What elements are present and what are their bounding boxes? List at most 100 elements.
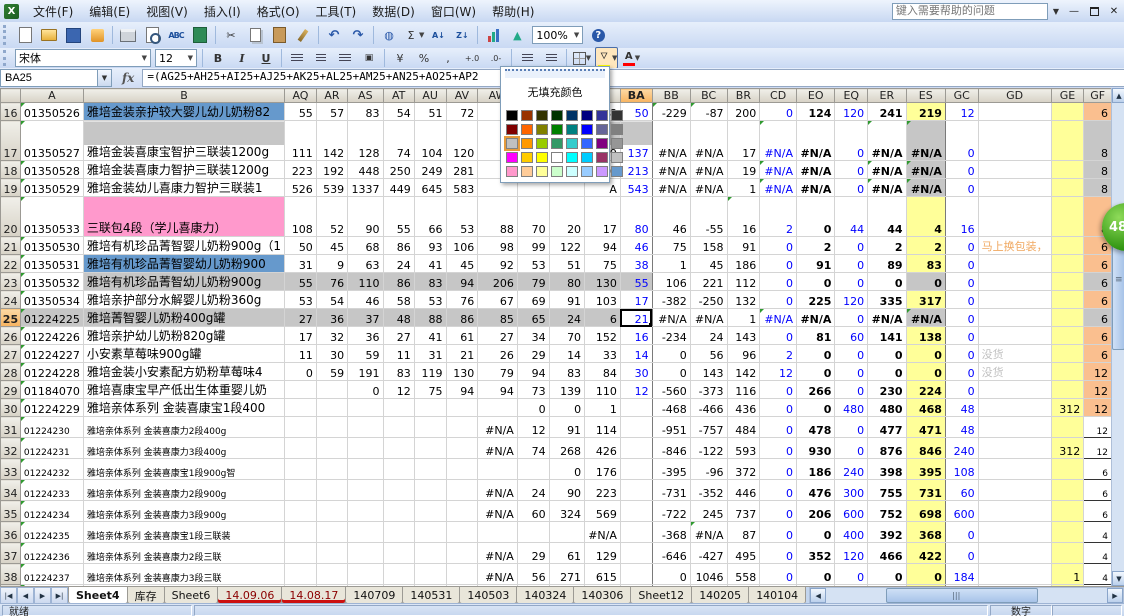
select-all-corner[interactable] (1, 89, 21, 103)
cell-AR31[interactable] (316, 417, 347, 438)
cell-AQ30[interactable] (285, 399, 317, 417)
cell-AU24[interactable]: 53 (414, 291, 446, 309)
cell-BC16[interactable]: -87 (690, 103, 727, 121)
cell-AV33[interactable] (446, 459, 478, 480)
cell-AV36[interactable] (446, 522, 478, 543)
cell-ER32[interactable]: 876 (868, 438, 906, 459)
cell-GC35[interactable]: 600 (945, 501, 978, 522)
cell-EO37[interactable]: 352 (797, 543, 835, 564)
insert-function-button[interactable]: fx (122, 71, 134, 85)
cell-CD25[interactable]: #N/A (760, 309, 797, 327)
cell-GD38[interactable] (978, 564, 1051, 585)
cell-GC31[interactable]: 48 (945, 417, 978, 438)
row-header-29[interactable]: 29 (1, 381, 21, 399)
cell-A37[interactable]: 01224236 (20, 543, 83, 564)
color-swatch-18[interactable] (536, 138, 548, 149)
cell-AZ34[interactable]: 223 (585, 480, 621, 501)
cell-CD32[interactable]: 0 (760, 438, 797, 459)
cell-AR38[interactable] (316, 564, 347, 585)
cell-GF22[interactable]: 6 (1084, 255, 1112, 273)
color-swatch-5[interactable] (581, 110, 593, 121)
cell-AS34[interactable] (348, 480, 383, 501)
scroll-right-icon[interactable]: ▶ (1107, 588, 1123, 603)
menu-item-8[interactable]: 帮助(H) (484, 1, 542, 22)
cell-AY26[interactable]: 70 (549, 327, 584, 345)
cell-AR24[interactable]: 54 (316, 291, 347, 309)
sheet-tab-140306[interactable]: 140306 (573, 587, 631, 604)
color-swatch-17[interactable] (521, 138, 533, 149)
row-header-26[interactable]: 26 (1, 327, 21, 345)
cell-CD37[interactable]: 0 (760, 543, 797, 564)
color-swatch-19[interactable] (551, 138, 563, 149)
cell-GD16[interactable] (978, 103, 1051, 121)
cell-AQ35[interactable] (285, 501, 317, 522)
no-fill-option[interactable]: 无填充颜色 (504, 80, 606, 104)
cell-BB38[interactable]: 0 (652, 564, 690, 585)
cell-BC29[interactable]: -373 (690, 381, 727, 399)
cell-GD37[interactable] (978, 543, 1051, 564)
cell-AZ37[interactable]: 129 (585, 543, 621, 564)
cell-AV22[interactable]: 45 (446, 255, 478, 273)
cell-AR19[interactable]: 539 (316, 179, 347, 197)
cell-BA17[interactable]: 137 (620, 121, 652, 161)
menu-item-4[interactable]: 格式(O) (249, 1, 308, 22)
cell-EQ36[interactable]: 400 (835, 522, 868, 543)
cell-AW32[interactable]: #N/A (478, 438, 518, 459)
cell-ES20[interactable]: 4 (906, 197, 945, 237)
cell-AT33[interactable] (383, 459, 414, 480)
cell-GF38[interactable]: 4 (1084, 564, 1112, 585)
cell-B37[interactable]: 雅培亲体系列 金装喜康力2段三联 (83, 543, 284, 564)
cell-ES17[interactable]: #N/A (906, 121, 945, 161)
cell-AW35[interactable]: #N/A (478, 501, 518, 522)
cell-BB18[interactable]: #N/A (652, 161, 690, 179)
last-sheet-button[interactable]: ▶| (51, 587, 68, 604)
cell-A17[interactable]: 01350527 (20, 121, 83, 161)
cell-ES30[interactable]: 468 (906, 399, 945, 417)
cell-ER20[interactable]: 44 (868, 197, 906, 237)
cell-AU28[interactable]: 119 (414, 363, 446, 381)
cell-AR18[interactable]: 192 (316, 161, 347, 179)
sheet-tab-14.08.17[interactable]: 14.08.17 (281, 587, 346, 604)
drawing-button[interactable]: ▲ (506, 24, 528, 46)
cell-B28[interactable]: 雅培金装小安素配方奶粉草莓味4 (83, 363, 284, 381)
cell-CD30[interactable]: 0 (760, 399, 797, 417)
row-header-35[interactable]: 35 (1, 501, 21, 522)
color-swatch-9[interactable] (521, 124, 533, 135)
cell-BA27[interactable]: 14 (620, 345, 652, 363)
cell-AY28[interactable]: 83 (549, 363, 584, 381)
cell-BB22[interactable]: 1 (652, 255, 690, 273)
cell-BC31[interactable]: -757 (690, 417, 727, 438)
cell-AU36[interactable] (414, 522, 446, 543)
help-button[interactable]: ? (587, 24, 609, 46)
cell-B26[interactable]: 雅培亲护幼儿奶粉820g罐 (83, 327, 284, 345)
cell-BA18[interactable]: 213 (620, 161, 652, 179)
cell-A32[interactable]: 01224231 (20, 438, 83, 459)
cell-AQ25[interactable]: 27 (285, 309, 317, 327)
cell-GE24[interactable] (1051, 291, 1084, 309)
cell-GF26[interactable]: 6 (1084, 327, 1112, 345)
color-swatch-1[interactable] (521, 110, 533, 121)
cell-ER23[interactable]: 0 (868, 273, 906, 291)
cell-BA22[interactable]: 38 (620, 255, 652, 273)
cell-A23[interactable]: 01350532 (20, 273, 83, 291)
format-painter-button[interactable] (292, 24, 314, 46)
cell-BB26[interactable]: -234 (652, 327, 690, 345)
cell-AX26[interactable]: 34 (517, 327, 549, 345)
cell-ES35[interactable]: 698 (906, 501, 945, 522)
cell-ER19[interactable]: #N/A (868, 179, 906, 197)
cell-AQ28[interactable]: 0 (285, 363, 317, 381)
cell-EO35[interactable]: 206 (797, 501, 835, 522)
hyperlink-button[interactable]: ◍ (378, 24, 400, 46)
row-header-25[interactable]: 25 (1, 309, 21, 327)
cell-AZ21[interactable]: 94 (585, 237, 621, 255)
cell-AX21[interactable]: 99 (517, 237, 549, 255)
cell-AX22[interactable]: 53 (517, 255, 549, 273)
cell-BB19[interactable]: #N/A (652, 179, 690, 197)
cell-A30[interactable]: 01224229 (20, 399, 83, 417)
cell-GD20[interactable] (978, 197, 1051, 237)
cell-B20[interactable]: 三联包4段（学儿喜康力） (83, 197, 284, 237)
cell-BR25[interactable]: 1 (727, 309, 760, 327)
cell-CD20[interactable]: 2 (760, 197, 797, 237)
help-dropdown-icon[interactable]: ▼ (1048, 7, 1064, 16)
cell-EO19[interactable]: #N/A (797, 179, 835, 197)
